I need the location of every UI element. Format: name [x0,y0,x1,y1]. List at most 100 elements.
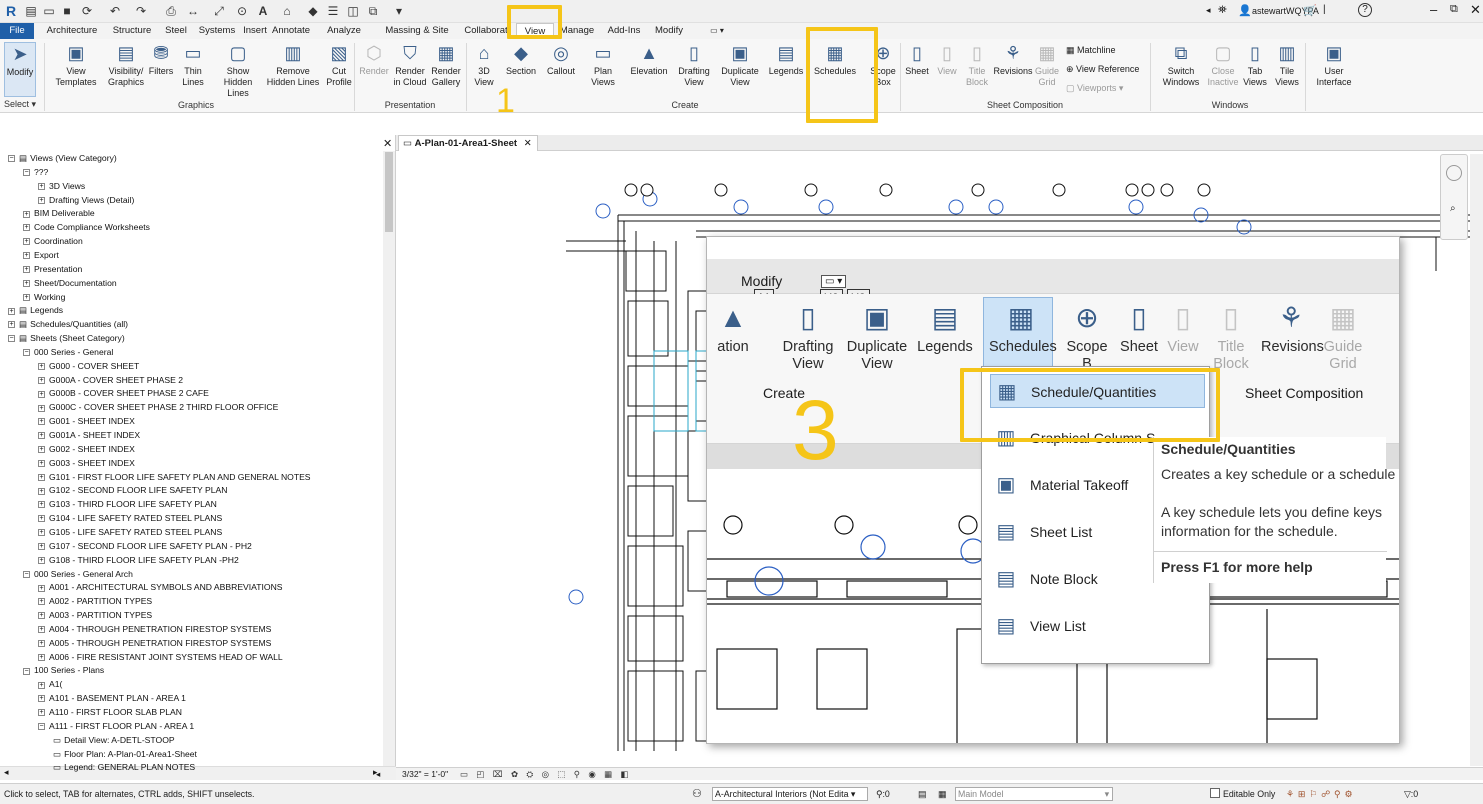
3d-view-icon[interactable]: ⌂ [280,4,294,18]
collapse-icon[interactable]: − [23,169,30,177]
tab-steel[interactable]: Steel [160,23,192,39]
select-dropdown[interactable]: Select ▾ [4,99,44,111]
switch-windows-button[interactable]: ⧉ Switch Windows [1158,42,1204,100]
expand-icon[interactable]: + [23,238,30,246]
design-options-count[interactable]: ⚲:0 [876,784,890,804]
expand-icon[interactable]: + [38,501,45,509]
workset-dropdown[interactable]: A-Architectural Interiors (Not Edita ▾ [712,787,868,801]
restore-button[interactable]: ⧉ [1450,3,1458,16]
browser-item-views-view-category[interactable]: − ▤ Views (View Category) [8,151,117,165]
print-icon[interactable]: ⎙ [164,4,178,18]
collapse-icon[interactable]: − [23,667,30,675]
expand-icon[interactable]: + [38,626,45,634]
worksets-icon[interactable]: ⚇ [692,784,702,804]
cut-profile-button[interactable]: ▧ Cut Profile [322,42,356,100]
menu-item-view-list[interactable]: ▤ View List [990,609,1205,643]
browser-item-g104-life-safety-rated-steel-plans[interactable]: + G104 - LIFE SAFETY RATED STEEL PLANS [38,511,222,525]
view-button[interactable]: ▯ View [932,42,962,100]
modify-button[interactable]: ➤ Modify [4,42,36,97]
revisions-button[interactable]: ⚘ Revisions [992,42,1034,100]
zoom-scope-b-button[interactable]: ⊕ Scope B [1063,301,1111,373]
browser-item-g000b-cover-sheet-phase-2-cafe[interactable]: + G000B - COVER SHEET PHASE 2 CAFE [38,386,209,400]
browser-item-g000c-cover-sheet-phase-2-third-floor-of[interactable]: + G000C - COVER SHEET PHASE 2 THIRD FLOOR… [38,400,278,414]
browser-item-a001-architectural-symbols-and-abbreviat[interactable]: + A001 - ARCHITECTURAL SYMBOLS AND ABBREV… [38,580,283,594]
browser-item-000-series-general-arch[interactable]: −000 Series - General Arch [23,567,133,581]
tab-annotate[interactable]: Annotate [272,23,310,39]
close-tab-icon[interactable]: ✕ [524,138,532,149]
render-in-cloud-button[interactable]: ⛉ Render in Cloud [392,42,428,100]
remove-hidden-lines-button[interactable]: ▥ Remove Hidden Lines [264,42,322,100]
show-hidden-lines-button[interactable]: ▢ Show Hidden Lines [216,42,260,100]
browser-item-g001-sheet-index[interactable]: + G001 - SHEET INDEX [38,414,135,428]
render-gallery-button[interactable]: ▦ Render Gallery [428,42,464,100]
expand-icon[interactable]: + [23,224,30,232]
expand-icon[interactable]: + [38,459,45,467]
sync-icon[interactable]: ⟳ [80,4,94,18]
view-control-icons[interactable]: ▭ ◰ ⌧ ✿ ⛭ ◎ ⬚ ⚲ ◉ ▦ ◧ [460,768,632,781]
filter-icon[interactable]: ▽:0 [1404,784,1418,804]
expand-icon[interactable]: + [8,307,15,315]
browser-item-floor-plan-a-plan-01-area1-sheet[interactable]: ▭ Floor Plan: A-Plan-01-Area1-Sheet [53,747,197,761]
tab-analyze[interactable]: Analyze [312,23,376,39]
expand-icon[interactable]: + [38,584,45,592]
browser-item-bim-deliverable[interactable]: + BIM Deliverable [23,206,95,220]
open-folder-icon[interactable]: ▭ [42,4,56,18]
help-icon[interactable]: ? [1358,3,1372,17]
exchange-icon[interactable]: | [1323,4,1326,15]
browser-item-a005-through-penetration-firestop-system[interactable]: + A005 - THROUGH PENETRATION FIRESTOP SYS… [38,636,271,650]
browser-item-g000a-cover-sheet-phase-2[interactable]: + G000A - COVER SHEET PHASE 2 [38,373,183,387]
zoom-drafting-view-button[interactable]: ▯ Drafting View [777,301,839,373]
expand-icon[interactable]: + [38,598,45,606]
elevation-button[interactable]: ▲ Elevation [626,42,672,100]
browser-item-working[interactable]: + Working [23,290,65,304]
render-button[interactable]: ⬡ Render [356,42,392,100]
view-tab-a-plan[interactable]: ▭ A-Plan-01-Area1-Sheet ✕ [398,135,538,151]
tab-file[interactable]: File [0,23,34,39]
browser-item-a006-fire-resistant-joint-systems-head-o[interactable]: + A006 - FIRE RESISTANT JOINT SYSTEMS HEA… [38,650,283,664]
browser-item-g108-third-floor-life-safety-plan-ph2[interactable]: + G108 - THIRD FLOOR LIFE SAFETY PLAN -PH… [38,553,239,567]
close-inactive-button[interactable]: ▢ Close Inactive [1206,42,1240,100]
duplicate-view-button[interactable]: ▣ Duplicate View [716,42,764,100]
zoom-view-button[interactable]: ▯ View [1163,301,1203,356]
expand-icon[interactable]: + [23,279,30,287]
browser-item-legends[interactable]: + ▤ Legends [8,303,63,317]
browser-item-code-compliance-worksheets[interactable]: + Code Compliance Worksheets [23,220,150,234]
thin-lines-icon[interactable]: ☰ [326,4,340,18]
measure-icon[interactable]: ↔ [186,4,200,18]
view-reference-button[interactable]: ⊕ View Reference [1066,64,1139,75]
tab-collaborat[interactable]: Collaborat [458,23,514,39]
browser-item-a003-partition-types[interactable]: + A003 - PARTITION TYPES [38,608,152,622]
tab-structure[interactable]: Structure [108,23,156,39]
selection-option-icons[interactable]: ⚘⊞⚐☍⚲⚙ [1286,784,1356,804]
browser-item-coordination[interactable]: + Coordination [23,234,83,248]
expand-icon[interactable]: + [38,182,45,190]
expand-icon[interactable]: + [38,196,45,204]
view-templates-button[interactable]: ▣ View Templates [52,42,100,100]
undo-icon[interactable]: ↶ [108,4,122,18]
tile-views-button[interactable]: ▥ Tile Views [1272,42,1302,100]
collapse-icon[interactable]: − [38,723,45,731]
browser-item-g003-sheet-index[interactable]: + G003 - SHEET INDEX [38,456,135,470]
cart-icon[interactable]: 🛒 [1303,4,1317,17]
expand-icon[interactable]: + [38,639,45,647]
zoom-legends-button[interactable]: ▤ Legends [913,301,977,356]
expand-icon[interactable]: + [38,709,45,717]
browser-item-a002-partition-types[interactable]: + A002 - PARTITION TYPES [38,594,152,608]
browser-item-g002-sheet-index[interactable]: + G002 - SHEET INDEX [38,442,135,456]
open-icon[interactable]: ▤ [24,4,38,18]
expand-icon[interactable]: + [38,612,45,620]
browser-item-drafting-views-detail[interactable]: + Drafting Views (Detail) [38,193,134,207]
browser-item-g102-second-floor-life-safety-plan[interactable]: + G102 - SECOND FLOOR LIFE SAFETY PLAN [38,483,227,497]
tab-views-button[interactable]: ▯ Tab Views [1240,42,1270,100]
dimension-icon[interactable]: ⤢ [212,4,226,18]
expand-icon[interactable]: + [38,653,45,661]
tab-massing-site[interactable]: Massing & Site [380,23,454,39]
browser-item-g103-third-floor-life-safety-plan[interactable]: + G103 - THIRD FLOOR LIFE SAFETY PLAN [38,497,217,511]
tab-insert[interactable]: Insert [242,23,268,39]
minimize-button[interactable]: – [1430,2,1437,17]
collapse-icon[interactable]: − [8,335,15,343]
browser-item-g101-first-floor-life-safety-plan-and-ge[interactable]: + G101 - FIRST FLOOR LIFE SAFETY PLAN AND… [38,470,311,484]
callout-button[interactable]: ◎ Callout [540,42,582,100]
browser-item-3d-views[interactable]: +3D Views [38,179,85,193]
3d-view-button[interactable]: ⌂ 3D View [470,42,498,100]
